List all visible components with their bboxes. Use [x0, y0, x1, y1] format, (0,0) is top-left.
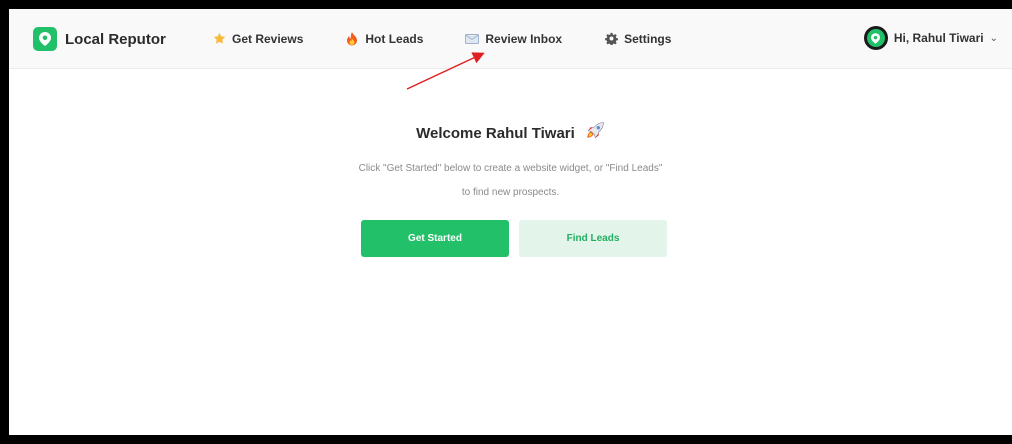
nav-label: Get Reviews — [232, 31, 304, 46]
chevron-down-icon: ⌄ — [989, 32, 998, 44]
rocket-icon — [585, 121, 605, 145]
location-pin-avatar-icon — [866, 29, 885, 47]
get-started-button[interactable]: Get Started — [361, 220, 509, 257]
user-menu[interactable]: Hi, Rahul Tiwari ⌄ — [863, 26, 998, 50]
welcome-subtitle-line: to find new prospects. — [461, 187, 560, 198]
welcome-subtitle-line: Click "Get Started" below to create a we… — [358, 163, 663, 174]
nav-label: Hot Leads — [365, 31, 424, 46]
welcome-subtitle: Click "Get Started" below to create a we… — [9, 157, 1012, 205]
welcome-heading: Welcome Rahul Tiwari — [416, 121, 605, 145]
nav-hot-leads[interactable]: Hot Leads — [345, 31, 424, 46]
brand-name: Local Reputor — [65, 30, 166, 48]
nav-review-inbox[interactable]: Review Inbox — [465, 32, 562, 46]
avatar — [863, 26, 888, 50]
envelope-icon — [465, 32, 480, 46]
fire-icon — [345, 31, 359, 46]
nav-label: Settings — [624, 31, 672, 46]
welcome-title-text: Welcome Rahul Tiwari — [416, 124, 575, 142]
nav-settings[interactable]: Settings — [604, 32, 671, 46]
star-icon — [212, 32, 226, 46]
brand-link[interactable]: Local Reputor — [33, 27, 166, 51]
location-pin-logo-icon — [33, 27, 57, 51]
find-leads-button[interactable]: Find Leads — [519, 220, 667, 257]
top-navbar: Local Reputor Get Reviews Hot Leads Revi… — [9, 9, 1012, 69]
action-buttons: Get Started Find Leads — [361, 220, 667, 257]
nav-get-reviews[interactable]: Get Reviews — [212, 32, 303, 46]
app-window: Local Reputor Get Reviews Hot Leads Revi… — [9, 9, 1012, 435]
welcome-section: Welcome Rahul Tiwari Click "Get Started"… — [9, 121, 1012, 205]
gear-icon — [604, 32, 618, 46]
user-greeting: Hi, Rahul Tiwari — [893, 31, 984, 45]
nav-label: Review Inbox — [485, 31, 563, 46]
main-nav: Get Reviews Hot Leads Review Inbox Setti… — [212, 9, 713, 68]
